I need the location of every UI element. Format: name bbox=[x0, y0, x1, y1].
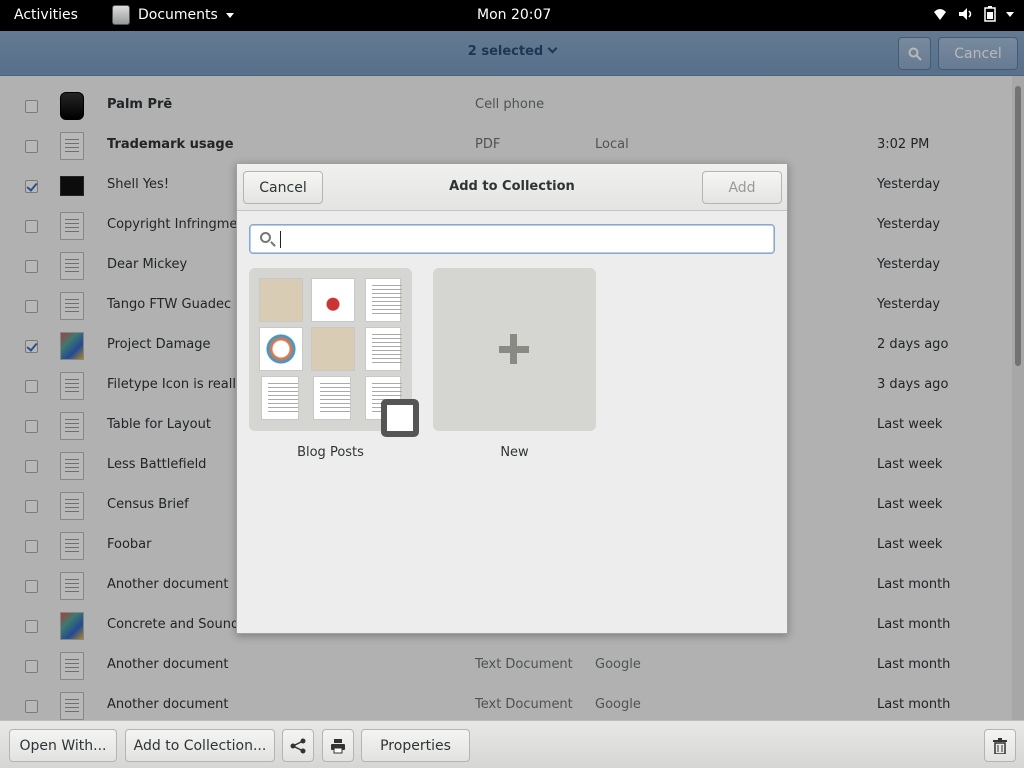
top-bar: Activities Documents Mon 20:07 bbox=[0, 0, 1024, 31]
text-cursor bbox=[280, 231, 281, 248]
collection-thumbnail bbox=[365, 278, 402, 322]
delete-button[interactable] bbox=[984, 729, 1016, 762]
share-icon bbox=[290, 738, 306, 753]
wifi-icon bbox=[934, 9, 946, 20]
collection-thumbnail bbox=[365, 327, 402, 371]
app-menu[interactable]: Documents bbox=[112, 5, 234, 25]
activities-button[interactable]: Activities bbox=[14, 7, 78, 23]
collection-thumbnail bbox=[259, 327, 303, 371]
share-button[interactable] bbox=[282, 729, 314, 762]
dialog-add-button[interactable]: Add bbox=[702, 171, 782, 204]
collection-search-input[interactable] bbox=[249, 224, 775, 254]
print-button[interactable] bbox=[322, 729, 354, 762]
properties-button[interactable]: Properties bbox=[361, 729, 470, 762]
new-collection-button[interactable] bbox=[433, 268, 596, 431]
volume-icon bbox=[959, 8, 972, 20]
chevron-down-icon bbox=[225, 12, 234, 18]
collection-thumbnail bbox=[261, 376, 299, 420]
collection-label: Blog Posts bbox=[297, 445, 364, 460]
app-menu-label: Documents bbox=[138, 7, 218, 23]
collection-blog-posts[interactable] bbox=[249, 268, 419, 437]
add-to-collection-dialog: Cancel Add to Collection Add Blog Posts … bbox=[236, 163, 788, 634]
open-with-button[interactable]: Open With... bbox=[9, 729, 117, 762]
collection-thumbnail bbox=[311, 278, 355, 322]
new-collection-label: New bbox=[500, 445, 529, 460]
collection-thumbnail bbox=[259, 278, 303, 322]
clock[interactable]: Mon 20:07 bbox=[477, 7, 551, 23]
chevron-down-icon bbox=[1006, 11, 1014, 17]
trash-icon bbox=[993, 737, 1007, 754]
selection-toolbar: Open With... Add to Collection... Proper… bbox=[0, 720, 1024, 768]
collection-thumbnail bbox=[313, 376, 351, 420]
collection-select-checkbox[interactable] bbox=[381, 399, 419, 437]
documents-app-icon bbox=[112, 5, 130, 25]
search-icon bbox=[260, 232, 271, 243]
system-status-menu[interactable] bbox=[932, 6, 1014, 22]
add-to-collection-button[interactable]: Add to Collection... bbox=[125, 729, 275, 762]
plus-icon-bar bbox=[499, 346, 529, 353]
battery-icon bbox=[984, 6, 996, 22]
print-icon bbox=[331, 738, 345, 753]
collection-thumbnail bbox=[311, 327, 355, 371]
dialog-header: Cancel Add to Collection Add bbox=[237, 164, 787, 211]
